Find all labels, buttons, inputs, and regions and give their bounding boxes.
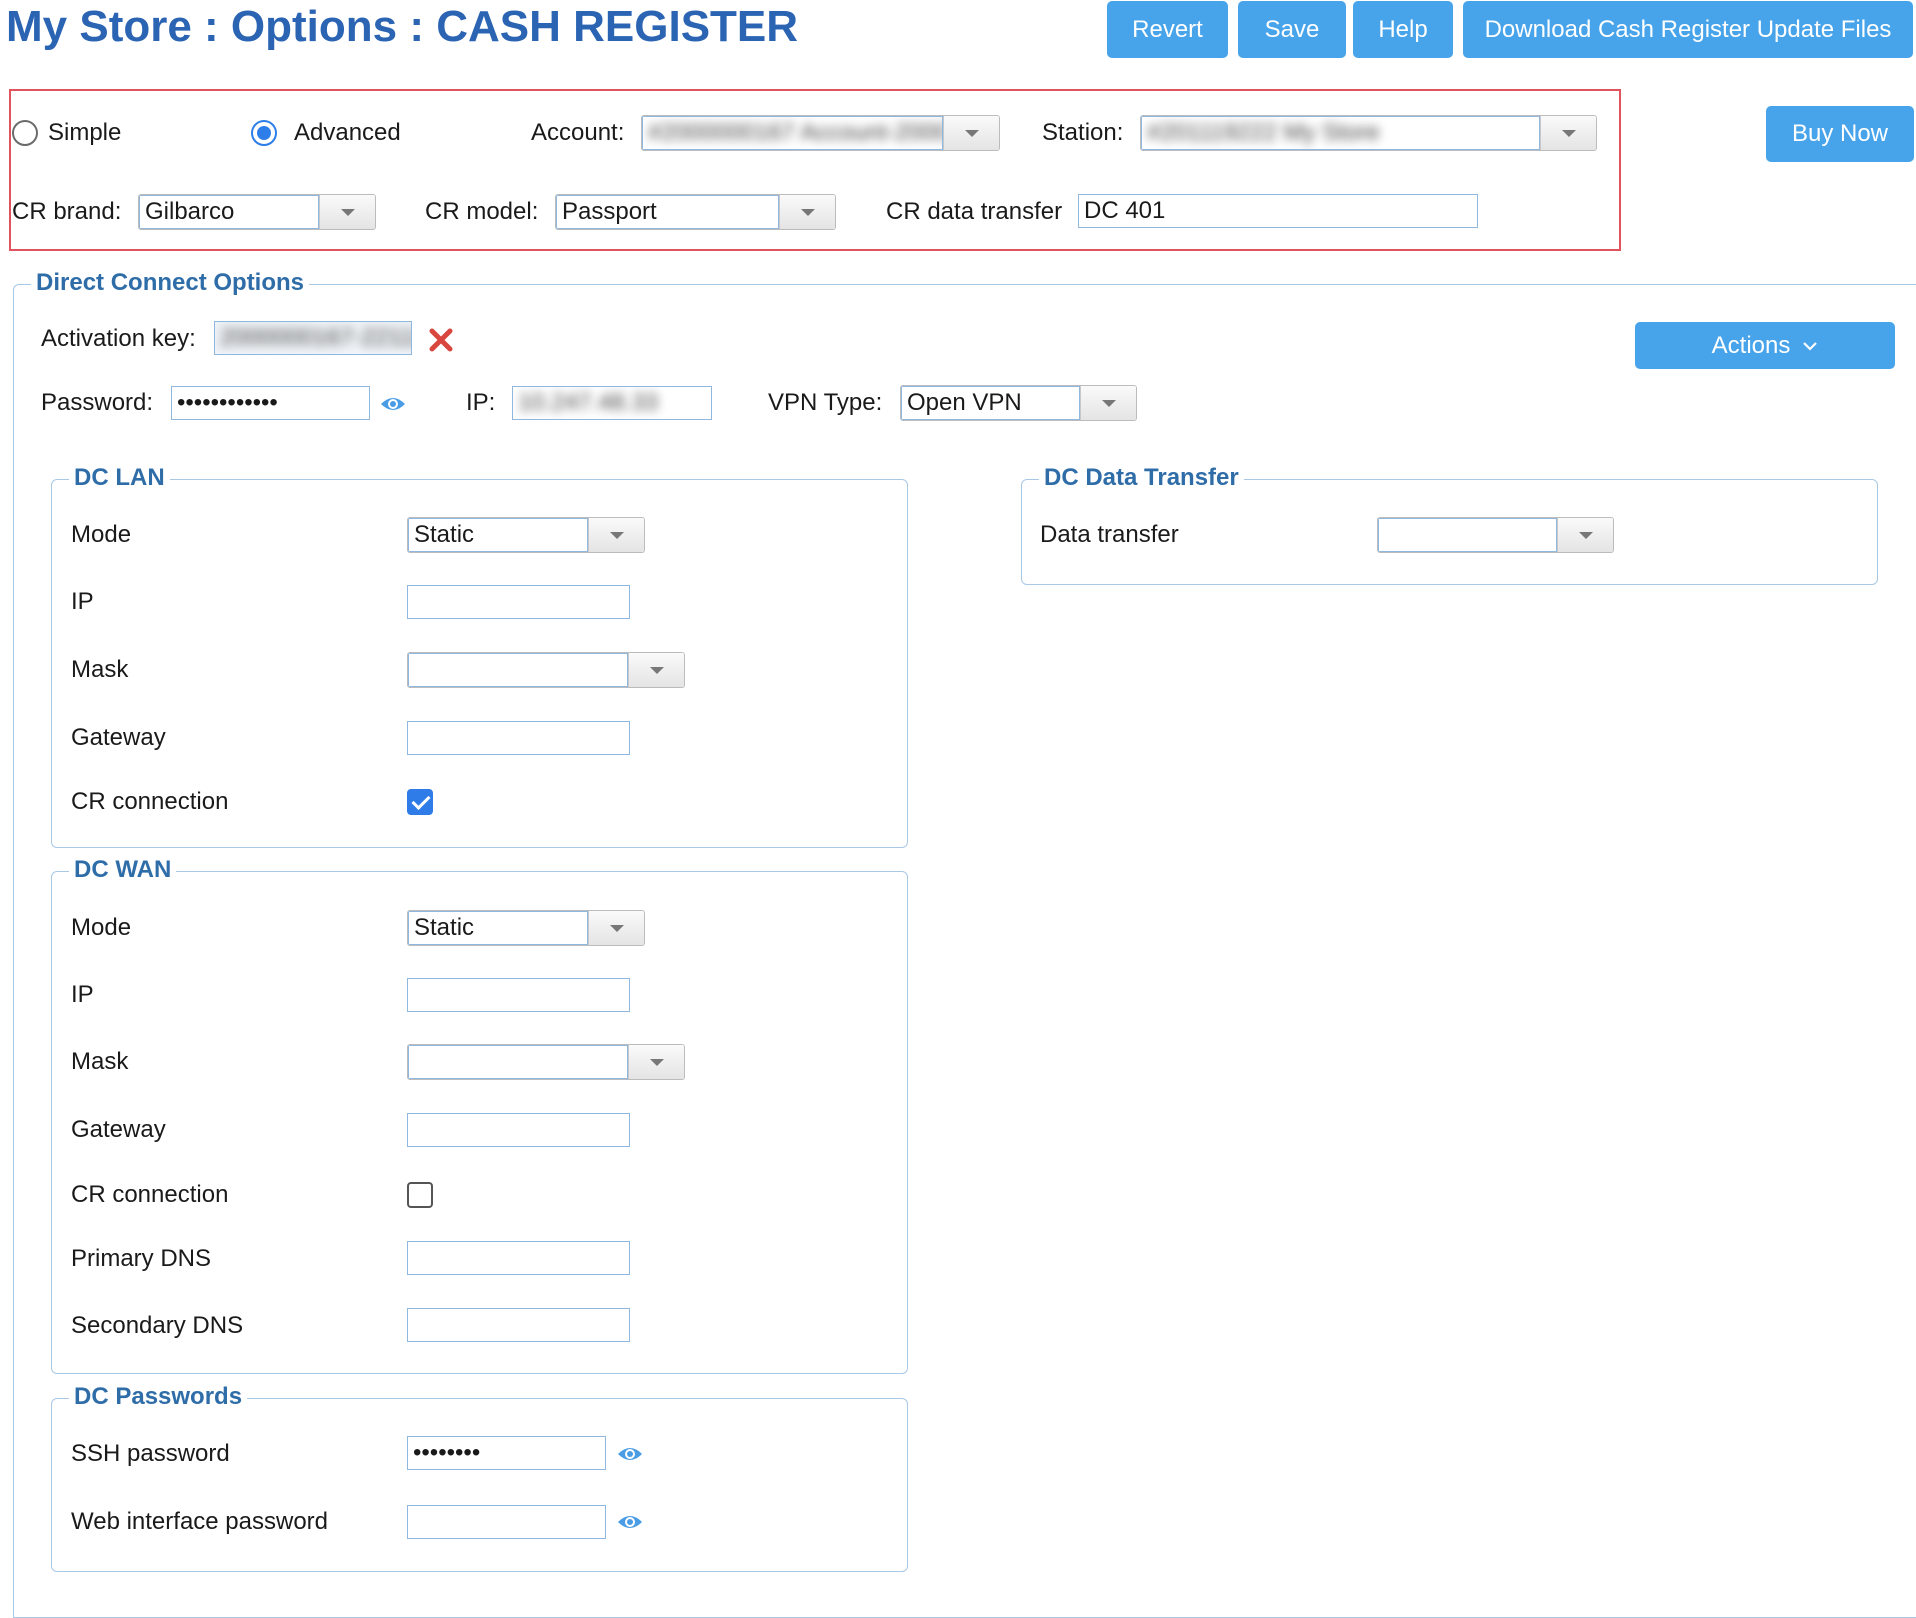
simple-radio-label: Simple <box>48 119 122 146</box>
cr-brand-select[interactable]: Gilbarco <box>138 194 376 230</box>
chevron-down-icon[interactable] <box>1540 116 1596 150</box>
ssh-password-input[interactable]: •••••••• <box>407 1436 606 1470</box>
vpn-type-value: Open VPN <box>901 386 1080 420</box>
lan-ip-label: IP <box>71 588 94 615</box>
cr-brand-value: Gilbarco <box>139 195 319 229</box>
chevron-down-icon[interactable] <box>588 518 644 552</box>
chevron-down-icon[interactable] <box>319 195 375 229</box>
station-value: #201119222 My Store <box>1147 119 1380 146</box>
eye-icon[interactable] <box>617 1513 643 1531</box>
chevron-down-icon[interactable] <box>628 1045 684 1079</box>
direct-connect-legend: Direct Connect Options <box>31 268 310 298</box>
lan-mode-select[interactable]: Static <box>407 517 645 553</box>
wan-mode-label: Mode <box>71 914 132 941</box>
ip-value: 10.247.48.33 <box>518 389 659 416</box>
cr-model-value: Passport <box>556 195 779 229</box>
activation-key-label: Activation key: <box>41 325 196 352</box>
cr-model-select[interactable]: Passport <box>555 194 836 230</box>
lan-cr-connection-label: CR connection <box>71 788 229 815</box>
lan-mode-value: Static <box>408 518 588 552</box>
wan-mask-select[interactable] <box>407 1044 685 1080</box>
cr-brand-label: CR brand: <box>12 198 122 225</box>
chevron-down-icon[interactable] <box>943 116 999 150</box>
wan-gateway-input[interactable] <box>407 1113 630 1147</box>
lan-mask-select[interactable] <box>407 652 685 688</box>
vpn-type-select[interactable]: Open VPN <box>900 385 1137 421</box>
dc-lan-legend: DC LAN <box>69 463 170 493</box>
wan-cr-connection-label: CR connection <box>71 1181 229 1208</box>
page-title: My Store : Options : CASH REGISTER <box>6 2 799 51</box>
ssh-password-label: SSH password <box>71 1440 230 1467</box>
data-transfer-label: Data transfer <box>1040 521 1179 548</box>
buy-now-button[interactable]: Buy Now <box>1766 106 1914 162</box>
ip-label: IP: <box>466 389 496 416</box>
web-password-input[interactable] <box>407 1505 606 1539</box>
password-input[interactable]: •••••••••••• <box>171 386 370 420</box>
chevron-down-icon[interactable] <box>1557 518 1613 552</box>
lan-gateway-label: Gateway <box>71 724 166 751</box>
activation-key-input[interactable]: 2000000167-22111 <box>214 321 412 355</box>
wan-ip-input[interactable] <box>407 978 630 1012</box>
eye-icon[interactable] <box>617 1445 643 1463</box>
wan-mode-select[interactable]: Static <box>407 910 645 946</box>
lan-gateway-input[interactable] <box>407 721 630 755</box>
cr-data-transfer-label: CR data transfer <box>886 198 1063 225</box>
station-label: Station: <box>1042 119 1124 146</box>
wan-gateway-label: Gateway <box>71 1116 166 1143</box>
lan-ip-input[interactable] <box>407 585 630 619</box>
account-label: Account: <box>531 119 625 146</box>
password-label: Password: <box>41 389 154 416</box>
data-transfer-value <box>1378 518 1557 552</box>
revert-button[interactable]: Revert <box>1107 1 1228 58</box>
download-update-files-button[interactable]: Download Cash Register Update Files <box>1463 1 1913 58</box>
cr-model-label: CR model: <box>425 198 539 225</box>
help-button[interactable]: Help <box>1353 1 1453 58</box>
dc-passwords-fieldset <box>51 1398 908 1572</box>
eye-icon[interactable] <box>380 395 406 413</box>
dc-passwords-legend: DC Passwords <box>69 1382 248 1412</box>
chevron-down-icon <box>1803 341 1818 351</box>
wan-mask-label: Mask <box>71 1048 129 1075</box>
station-select[interactable]: #201119222 My Store <box>1140 115 1597 151</box>
actions-dropdown-button[interactable]: Actions <box>1635 322 1895 369</box>
wan-cr-connection-checkbox[interactable] <box>407 1182 433 1208</box>
cr-data-transfer-input[interactable]: DC 401 <box>1078 194 1478 228</box>
activation-key-value: 2000000167-22111 <box>220 324 412 351</box>
chevron-down-icon[interactable] <box>628 653 684 687</box>
ip-input[interactable]: 10.247.48.33 <box>512 386 712 420</box>
vpn-type-label: VPN Type: <box>768 389 883 416</box>
account-select[interactable]: #2000000167 Account-2000 <box>641 115 1000 151</box>
wan-primary-dns-input[interactable] <box>407 1241 630 1275</box>
wan-mask-value <box>408 1045 628 1079</box>
wan-secondary-dns-input[interactable] <box>407 1308 630 1342</box>
web-password-label: Web interface password <box>71 1508 329 1535</box>
account-value: #2000000167 Account-2000 <box>648 119 943 146</box>
data-transfer-select[interactable] <box>1377 517 1614 553</box>
lan-cr-connection-checkbox[interactable] <box>407 789 433 815</box>
wan-ip-label: IP <box>71 981 94 1008</box>
dc-data-transfer-legend: DC Data Transfer <box>1039 463 1244 493</box>
simple-radio[interactable] <box>12 120 38 146</box>
wan-secondary-dns-label: Secondary DNS <box>71 1312 244 1339</box>
lan-mode-label: Mode <box>71 521 132 548</box>
actions-label: Actions <box>1711 331 1791 359</box>
advanced-radio-label: Advanced <box>294 119 401 146</box>
wan-mode-value: Static <box>408 911 588 945</box>
wan-primary-dns-label: Primary DNS <box>71 1245 212 1272</box>
chevron-down-icon[interactable] <box>588 911 644 945</box>
chevron-down-icon[interactable] <box>779 195 835 229</box>
advanced-radio[interactable] <box>251 120 277 146</box>
lan-mask-value <box>408 653 628 687</box>
clear-x-icon[interactable] <box>428 327 454 353</box>
save-button[interactable]: Save <box>1238 1 1346 58</box>
chevron-down-icon[interactable] <box>1080 386 1136 420</box>
lan-mask-label: Mask <box>71 656 129 683</box>
dc-wan-legend: DC WAN <box>69 855 177 885</box>
